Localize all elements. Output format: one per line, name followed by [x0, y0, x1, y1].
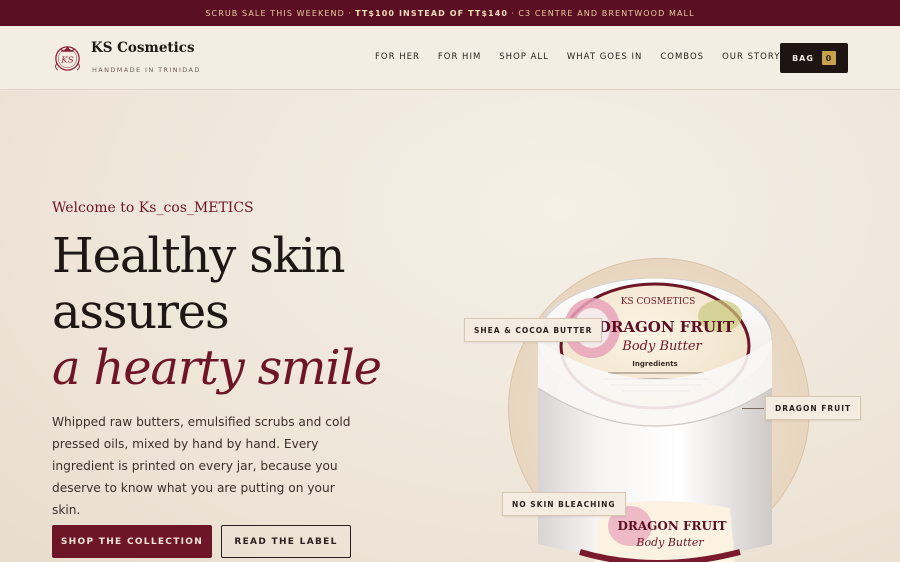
tag-dragon-fruit: DRAGON FRUIT	[765, 396, 862, 420]
announcement-lead: SCRUB SALE THIS WEEKEND ·	[205, 8, 353, 18]
jar-label-title: DRAGON FRUIT	[598, 318, 735, 336]
tag-shea-cocoa-butter: SHEA & COCOA BUTTER	[464, 318, 603, 342]
nav-item-combos[interactable]: COMBOS	[660, 52, 704, 62]
tag-connector-line	[742, 408, 764, 409]
jar-side-label-title: DRAGON FRUIT	[617, 519, 726, 533]
bag-label: BAG	[792, 53, 814, 63]
brand-name[interactable]: KS Cosmetics	[91, 40, 195, 56]
headline-line-1: Healthy skin	[52, 228, 346, 284]
product-jar-image: KS COSMETICS DRAGON FRUIT Body Butter In…	[537, 277, 773, 562]
jar-label-brand: KS COSMETICS	[621, 297, 696, 307]
nav-item-our-story[interactable]: OUR STORY	[722, 52, 780, 62]
nav-item-for-her[interactable]: FOR HER	[375, 52, 420, 62]
main-nav: FOR HER FOR HIM SHOP ALL WHAT GOES IN CO…	[375, 52, 780, 62]
nav-item-what-goes-in[interactable]: WHAT GOES IN	[567, 52, 642, 62]
jar-side-label-subtitle: Body Butter	[635, 536, 704, 549]
nav-item-for-him[interactable]: FOR HIM	[438, 52, 481, 62]
headline-accent: a hearty smile	[52, 340, 382, 396]
nav-item-shop-all[interactable]: SHOP ALL	[499, 52, 549, 62]
brand-tagline: HANDMADE IN TRINIDAD	[92, 66, 201, 74]
tag-no-skin-bleaching: NO SKIN BLEACHING	[502, 492, 626, 516]
announcement-bar: SCRUB SALE THIS WEEKEND · TT$100 INSTEAD…	[0, 0, 900, 26]
shop-collection-button[interactable]: SHOP THE COLLECTION	[52, 525, 212, 558]
brand-logo-icon[interactable]: KS	[52, 42, 83, 73]
read-label-button[interactable]: READ THE LABEL	[221, 525, 351, 558]
jar-label-subtitle: Body Butter	[621, 339, 702, 354]
logo-monogram: KS	[60, 55, 74, 65]
hero-eyebrow: Welcome to Ks_cos_METICS	[52, 200, 254, 216]
hero-headline: Healthy skin assures a hearty smile	[52, 228, 382, 396]
bag-button[interactable]: BAG 0	[780, 43, 848, 73]
announcement-highlight: TT$100 INSTEAD OF TT$140	[355, 8, 509, 18]
announcement-tail: · C3 CENTRE AND BRENTWOOD MALL	[511, 8, 695, 18]
site-header: KS KS Cosmetics HANDMADE IN TRINIDAD FOR…	[0, 26, 900, 90]
jar-label-ingredients: Ingredients	[632, 360, 677, 368]
hero-body-copy: Whipped raw butters, emulsified scrubs a…	[52, 415, 351, 517]
headline-line-2: assures	[52, 284, 230, 340]
bag-count-badge: 0	[821, 51, 836, 65]
